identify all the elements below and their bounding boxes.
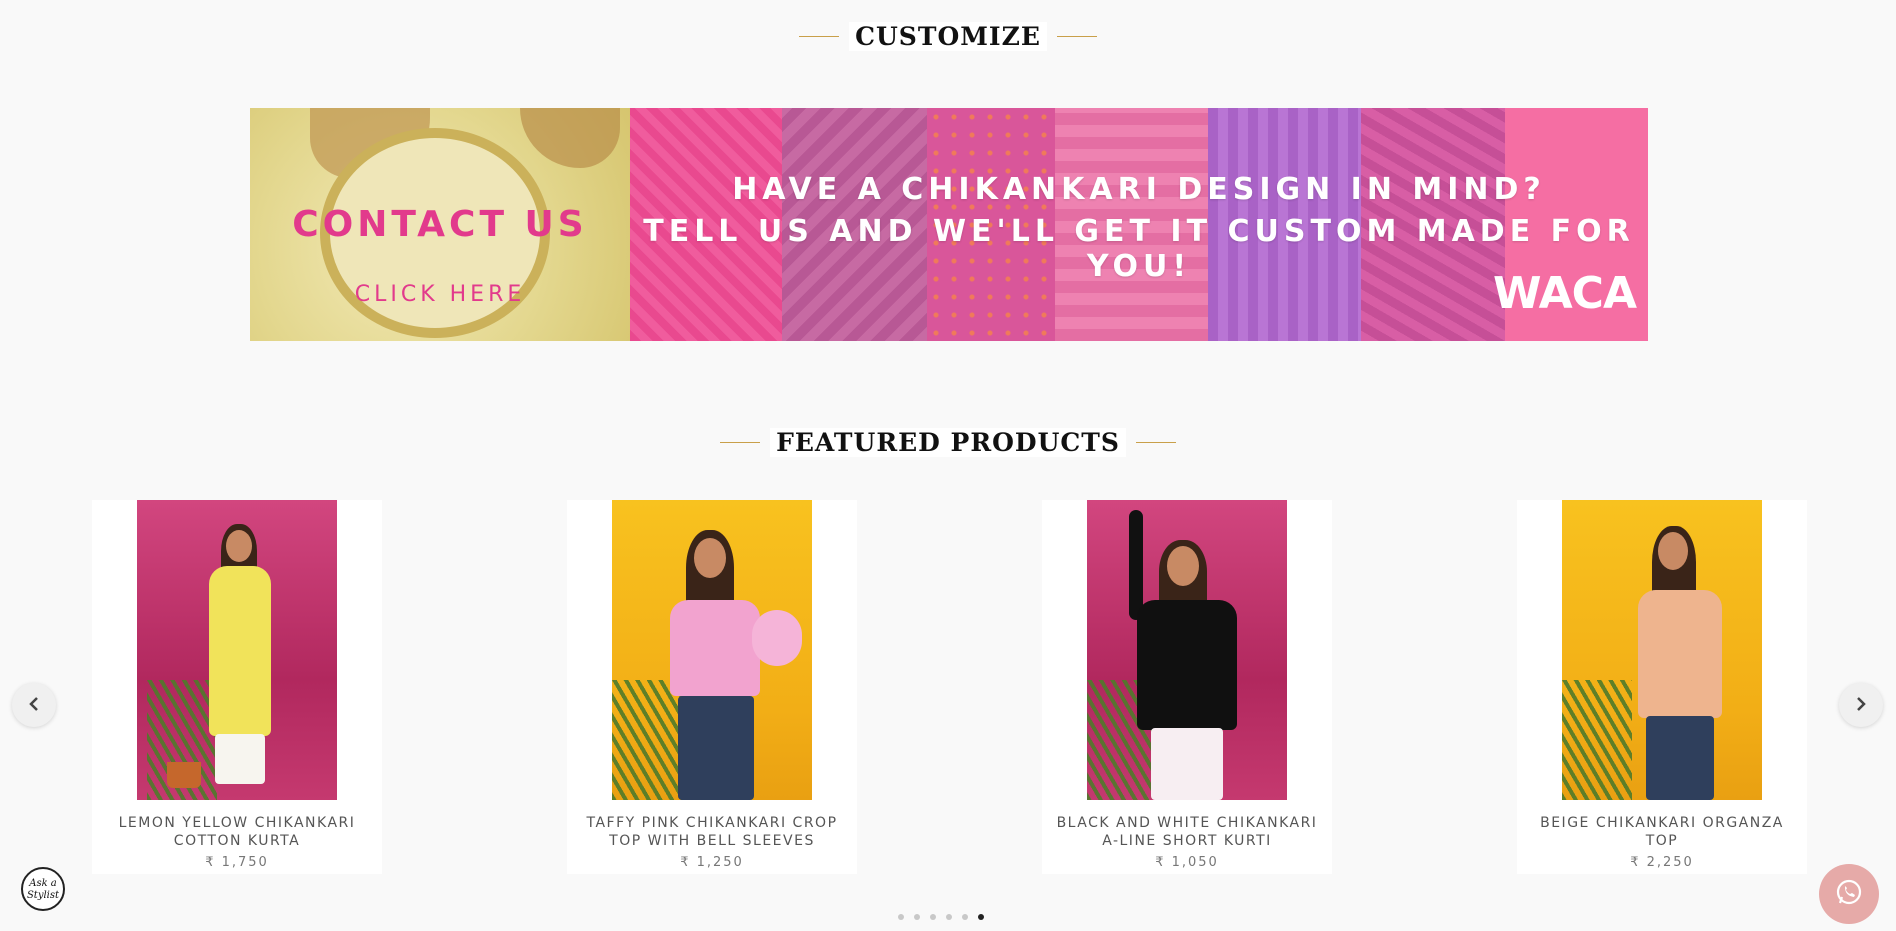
carousel-dot[interactable] bbox=[946, 914, 952, 920]
pot-decor bbox=[167, 762, 201, 788]
model-head bbox=[226, 530, 252, 562]
featured-title: FEATURED PRODUCTS bbox=[770, 428, 1126, 457]
title-divider-right bbox=[1056, 36, 1097, 37]
customize-banner[interactable]: CONTACT US CLICK HERE HAVE A CHIKANKARI … bbox=[250, 108, 1648, 341]
banner-headline-1: HAVE A CHIKANKARI DESIGN IN MIND? bbox=[732, 172, 1546, 207]
product-name[interactable]: BLACK AND WHITE CHIKANKARI A-LINE SHORT … bbox=[1050, 814, 1324, 850]
model-head bbox=[1167, 546, 1199, 586]
waca-logo: WACA bbox=[1493, 268, 1637, 319]
leggings-garment bbox=[1151, 728, 1223, 800]
carousel-dot-active[interactable] bbox=[978, 914, 984, 920]
model-head bbox=[694, 538, 726, 578]
product-price: ₹ 1,250 bbox=[680, 855, 744, 870]
ask-a-stylist-logo: Ask a Stylist bbox=[27, 878, 60, 901]
product-carousel: LEMON YELLOW CHIKANKARI COTTON KURTA ₹ 1… bbox=[0, 500, 1896, 875]
kurti-garment bbox=[1137, 600, 1237, 730]
title-divider-left bbox=[720, 442, 761, 443]
svg-text:Ask a: Ask a bbox=[28, 878, 57, 889]
product-image[interactable] bbox=[1562, 500, 1762, 800]
product-card[interactable]: BLACK AND WHITE CHIKANKARI A-LINE SHORT … bbox=[1042, 500, 1332, 874]
product-image[interactable] bbox=[137, 500, 337, 800]
product-price: ₹ 1,750 bbox=[205, 855, 269, 870]
raised-arm bbox=[1129, 510, 1143, 620]
product-price: ₹ 1,050 bbox=[1155, 855, 1219, 870]
product-price: ₹ 2,250 bbox=[1630, 855, 1694, 870]
customize-section-title: CUSTOMIZE bbox=[0, 22, 1896, 51]
carousel-next-button[interactable] bbox=[1839, 683, 1883, 727]
product-card[interactable]: BEIGE CHIKANKARI ORGANZA TOP ₹ 2,250 bbox=[1517, 500, 1807, 874]
product-name[interactable]: BEIGE CHIKANKARI ORGANZA TOP bbox=[1525, 814, 1799, 850]
bell-sleeve bbox=[752, 610, 802, 666]
organza-top-garment bbox=[1638, 590, 1722, 718]
ask-a-stylist-button[interactable]: Ask a Stylist bbox=[21, 867, 65, 911]
click-here-link[interactable]: CLICK HERE bbox=[250, 282, 630, 307]
svg-text:Stylist: Stylist bbox=[27, 890, 60, 901]
carousel-pagination bbox=[0, 914, 1896, 920]
chevron-right-icon bbox=[1855, 696, 1867, 715]
carousel-dot[interactable] bbox=[898, 914, 904, 920]
title-divider-left bbox=[799, 36, 840, 37]
plant-decor bbox=[612, 680, 682, 800]
featured-section-title: FEATURED PRODUCTS bbox=[0, 428, 1896, 457]
jeans-garment bbox=[1646, 716, 1714, 800]
fabric-collage: HAVE A CHIKANKARI DESIGN IN MIND? TELL U… bbox=[630, 108, 1648, 341]
product-card[interactable]: LEMON YELLOW CHIKANKARI COTTON KURTA ₹ 1… bbox=[92, 500, 382, 874]
carousel-dot[interactable] bbox=[914, 914, 920, 920]
model-head bbox=[1658, 532, 1688, 570]
contact-us-panel[interactable]: CONTACT US CLICK HERE bbox=[250, 108, 630, 341]
product-card[interactable]: TAFFY PINK CHIKANKARI CROP TOP WITH BELL… bbox=[567, 500, 857, 874]
title-divider-right bbox=[1135, 442, 1176, 443]
carousel-dot[interactable] bbox=[930, 914, 936, 920]
contact-us-heading: CONTACT US bbox=[292, 204, 588, 245]
plant-decor bbox=[1562, 680, 1632, 800]
product-image[interactable] bbox=[612, 500, 812, 800]
customize-title: CUSTOMIZE bbox=[849, 22, 1047, 51]
carousel-prev-button[interactable] bbox=[12, 683, 56, 727]
product-image[interactable] bbox=[1087, 500, 1287, 800]
hand-image bbox=[520, 108, 620, 168]
product-name[interactable]: TAFFY PINK CHIKANKARI CROP TOP WITH BELL… bbox=[575, 814, 849, 850]
whatsapp-chat-button[interactable] bbox=[1819, 864, 1879, 924]
jeans-garment bbox=[678, 696, 754, 800]
carousel-dot[interactable] bbox=[962, 914, 968, 920]
chevron-left-icon bbox=[28, 696, 40, 715]
crop-top-garment bbox=[670, 600, 760, 696]
whatsapp-icon bbox=[1834, 877, 1864, 911]
kurta-garment bbox=[209, 566, 271, 736]
palazzo-garment bbox=[215, 734, 265, 784]
product-name[interactable]: LEMON YELLOW CHIKANKARI COTTON KURTA bbox=[100, 814, 374, 850]
